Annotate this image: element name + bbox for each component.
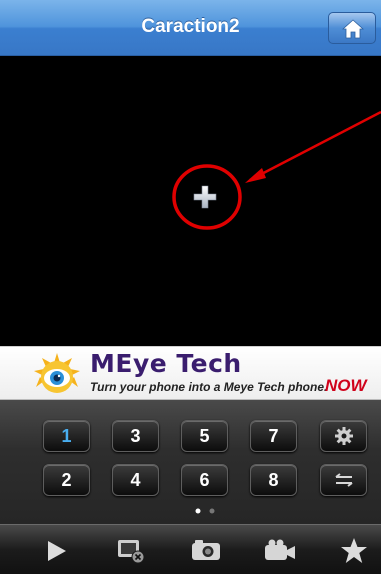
channel-keypad: 1 3 5 7 2 4 6 8: [0, 400, 381, 524]
settings-button[interactable]: [320, 420, 367, 452]
swap-arrows-icon: [334, 473, 353, 487]
ad-brand-name: MEye Tech: [90, 349, 242, 378]
ad-tagline: Turn your phone into a Meye Tech phone.: [90, 380, 328, 394]
ad-cta: NOW: [325, 376, 367, 395]
bottom-toolbar: [0, 524, 381, 574]
video-view[interactable]: [0, 56, 381, 346]
page-dot-active: [195, 508, 201, 514]
page-indicator: [195, 508, 215, 514]
play-icon[interactable]: [45, 539, 69, 563]
ad-banner[interactable]: MEye Tech Turn your phone into a Meye Te…: [0, 346, 381, 400]
channel-5-button[interactable]: 5: [181, 420, 228, 452]
gear-icon: [334, 427, 353, 445]
channel-8-button[interactable]: 8: [250, 464, 297, 496]
star-icon[interactable]: [340, 537, 368, 564]
video-record-icon[interactable]: [264, 539, 296, 561]
channel-6-button[interactable]: 6: [181, 464, 228, 496]
eye-logo-icon: [34, 353, 80, 393]
channel-7-button[interactable]: 7: [250, 420, 297, 452]
page-dot: [209, 508, 215, 514]
channel-1-button[interactable]: 1: [43, 420, 90, 452]
home-button[interactable]: [328, 12, 376, 44]
page-title: Caraction2: [141, 16, 240, 37]
nav-bar: Caraction2: [0, 0, 381, 56]
plus-icon: [193, 185, 217, 209]
close-window-icon[interactable]: [116, 537, 146, 565]
channel-3-button[interactable]: 3: [112, 420, 159, 452]
channel-2-button[interactable]: 2: [43, 464, 90, 496]
channel-4-button[interactable]: 4: [112, 464, 159, 496]
add-channel-button[interactable]: [192, 184, 218, 210]
home-icon: [342, 19, 364, 39]
camera-icon[interactable]: [191, 539, 221, 561]
swap-button[interactable]: [320, 464, 367, 496]
